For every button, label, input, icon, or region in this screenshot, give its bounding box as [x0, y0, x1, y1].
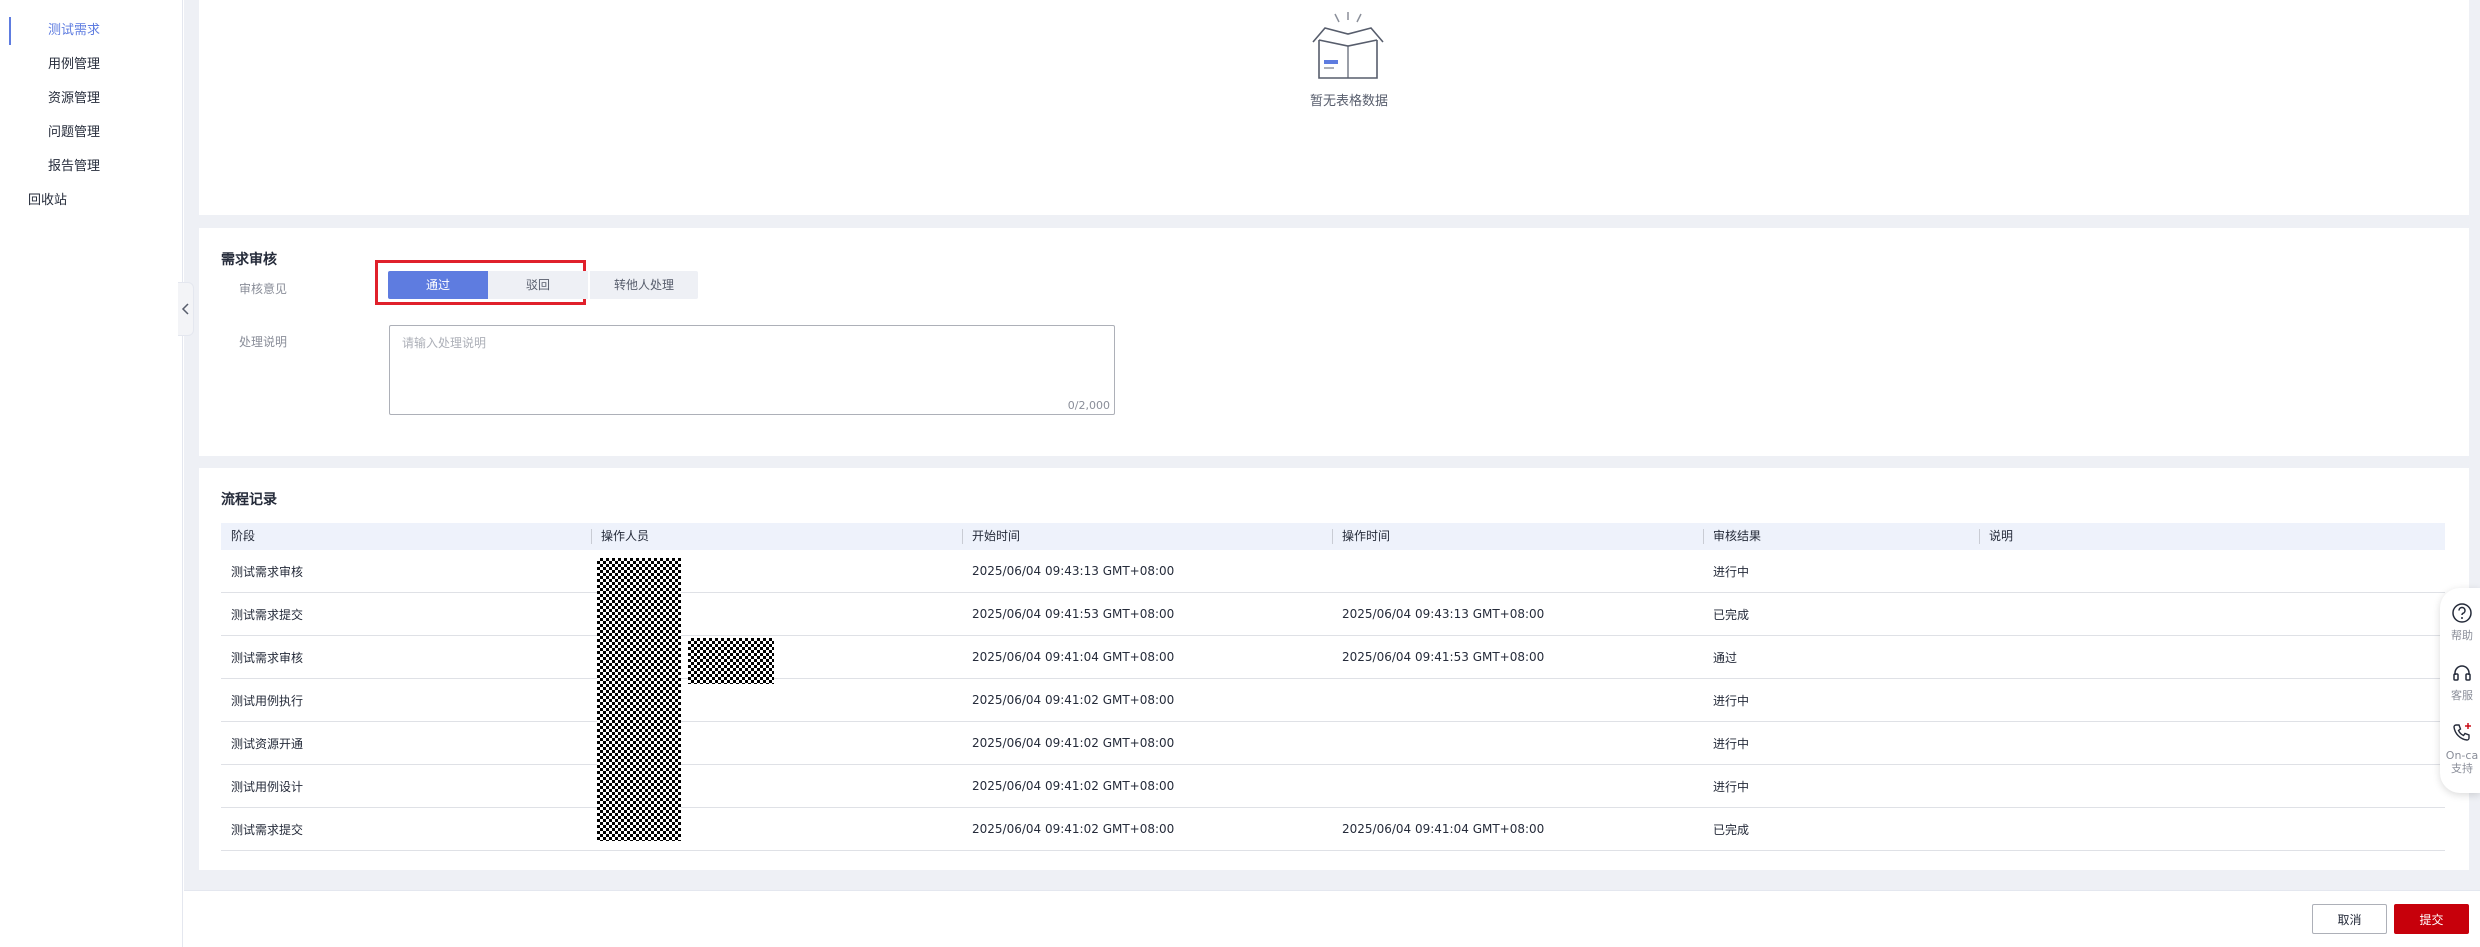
cell-start-time: 2025/06/04 09:41:53 GMT+08:00 [972, 607, 1175, 621]
help-label: 帮助 [2451, 629, 2473, 642]
cell-stage: 测试资源开通 [231, 736, 304, 751]
footer-actions: 取消 提交 [184, 890, 2480, 947]
sidebar-item-issue-management[interactable]: 问题管理 [48, 122, 100, 144]
main-content: 暂无表格数据 需求审核 审核意见 通过 驳回 转他人处理 处理说明 0/2,00… [184, 0, 2480, 890]
sidebar-item-case-management[interactable]: 用例管理 [48, 54, 100, 76]
oncall-label-line2: 支持 [2451, 762, 2473, 775]
cell-stage: 测试需求提交 [231, 822, 304, 837]
sidebar-item-resource-management[interactable]: 资源管理 [48, 88, 100, 110]
cell-stage: 测试需求提交 [231, 607, 304, 622]
column-header-operator[interactable]: 操作人员 [591, 523, 962, 550]
cell-review-result: 进行中 [1713, 564, 1750, 579]
table-row: 测试需求审核 2025/06/04 09:41:04 GMT+08:00 202… [221, 636, 2445, 679]
cell-start-time: 2025/06/04 09:41:02 GMT+08:00 [972, 779, 1175, 793]
column-header-review-result[interactable]: 审核结果 [1703, 523, 1979, 550]
help-shortcut[interactable]: 帮助 [2440, 602, 2480, 642]
column-header-note[interactable]: 说明 [1979, 523, 2445, 550]
sidebar-item-test-requirements[interactable]: 测试需求 [48, 20, 100, 42]
transfer-option-button[interactable]: 转他人处理 [590, 271, 698, 299]
cell-stage: 测试用例执行 [231, 693, 304, 708]
cell-stage: 测试需求审核 [231, 564, 304, 579]
empty-table-card: 暂无表格数据 [199, 0, 2469, 215]
empty-state-text: 暂无表格数据 [1309, 94, 1388, 109]
flow-section-title: 流程记录 [221, 492, 277, 508]
cell-review-result: 进行中 [1713, 779, 1750, 794]
oncall-support-shortcut[interactable]: On-ca 支持 [2440, 722, 2480, 775]
sidebar: 测试需求 用例管理 资源管理 问题管理 报告管理 回收站 [0, 0, 183, 947]
redacted-operator-mosaic [597, 558, 681, 841]
cell-review-result: 进行中 [1713, 736, 1750, 751]
headset-icon [2453, 665, 2471, 681]
column-header-start-time[interactable]: 开始时间 [962, 523, 1332, 550]
flow-records-table: 阶段 操作人员 开始时间 操作时间 审核结果 说明 测试需求审核 2025/06… [221, 523, 2445, 851]
sidebar-item-report-management[interactable]: 报告管理 [48, 156, 100, 178]
table-header: 阶段 操作人员 开始时间 操作时间 审核结果 说明 [221, 523, 2445, 550]
table-row: 测试需求提交 2025/06/04 09:41:53 GMT+08:00 202… [221, 593, 2445, 636]
table-row: 测试用例设计 2025/06/04 09:41:02 GMT+08:00 进行中 [221, 765, 2445, 808]
char-count: 0/2,000 [1067, 399, 1110, 412]
flow-records-card: 流程记录 阶段 操作人员 开始时间 操作时间 审核结果 说明 测试需求审核 20… [199, 468, 2469, 870]
column-header-operation-time[interactable]: 操作时间 [1332, 523, 1703, 550]
cell-start-time: 2025/06/04 09:41:02 GMT+08:00 [972, 736, 1175, 750]
cancel-button[interactable]: 取消 [2312, 904, 2387, 934]
table-row: 测试需求提交 2025/06/04 09:41:02 GMT+08:00 202… [221, 808, 2445, 851]
cell-operation-time: 2025/06/04 09:41:04 GMT+08:00 [1342, 822, 1545, 836]
nav-active-indicator [9, 17, 11, 45]
cell-review-result: 通过 [1713, 650, 1738, 665]
cell-operation-time: 2025/06/04 09:41:53 GMT+08:00 [1342, 650, 1545, 664]
cell-start-time: 2025/06/04 09:41:04 GMT+08:00 [972, 650, 1175, 664]
sidebar-collapse-button[interactable] [178, 282, 194, 336]
floating-help-panel: 帮助 客服 On-ca 支持 [2440, 588, 2480, 793]
table-row: 测试用例执行 2025/06/04 09:41:02 GMT+08:00 进行中 [221, 679, 2445, 722]
cell-start-time: 2025/06/04 09:41:02 GMT+08:00 [972, 822, 1175, 836]
reject-option-button[interactable]: 驳回 [488, 271, 588, 299]
redacted-operator-mosaic-secondary [688, 638, 774, 684]
process-desc-field-wrapper: 0/2,000 [389, 325, 1115, 415]
submit-button[interactable]: 提交 [2394, 904, 2469, 934]
cell-start-time: 2025/06/04 09:43:13 GMT+08:00 [972, 564, 1175, 578]
customer-service-shortcut[interactable]: 客服 [2440, 662, 2480, 702]
review-card: 需求审核 审核意见 通过 驳回 转他人处理 处理说明 0/2,000 [199, 228, 2469, 456]
question-icon [2452, 603, 2472, 623]
service-label: 客服 [2451, 689, 2473, 702]
phone-icon [2453, 723, 2471, 741]
cell-review-result: 已完成 [1713, 607, 1750, 622]
empty-box-icon [1312, 12, 1384, 79]
process-desc-label: 处理说明 [239, 335, 288, 349]
cell-review-result: 进行中 [1713, 693, 1750, 708]
oncall-label-line1: On-ca [2445, 749, 2479, 762]
cell-start-time: 2025/06/04 09:41:02 GMT+08:00 [972, 693, 1175, 707]
cell-stage: 测试需求审核 [231, 650, 304, 665]
review-opinion-label: 审核意见 [239, 282, 288, 296]
table-row: 测试需求审核 2025/06/04 09:43:13 GMT+08:00 进行中 [221, 550, 2445, 593]
cell-stage: 测试用例设计 [231, 779, 304, 794]
pass-option-button[interactable]: 通过 [388, 271, 488, 299]
sidebar-item-recycle-bin[interactable]: 回收站 [28, 190, 67, 212]
table-row: 测试资源开通 2025/06/04 09:41:02 GMT+08:00 进行中 [221, 722, 2445, 765]
cell-operation-time: 2025/06/04 09:43:13 GMT+08:00 [1342, 607, 1545, 621]
column-header-stage[interactable]: 阶段 [221, 523, 591, 550]
chevron-left-icon [181, 303, 189, 315]
review-section-title: 需求审核 [221, 252, 277, 268]
cell-review-result: 已完成 [1713, 822, 1750, 837]
process-desc-textarea[interactable] [390, 326, 1114, 414]
